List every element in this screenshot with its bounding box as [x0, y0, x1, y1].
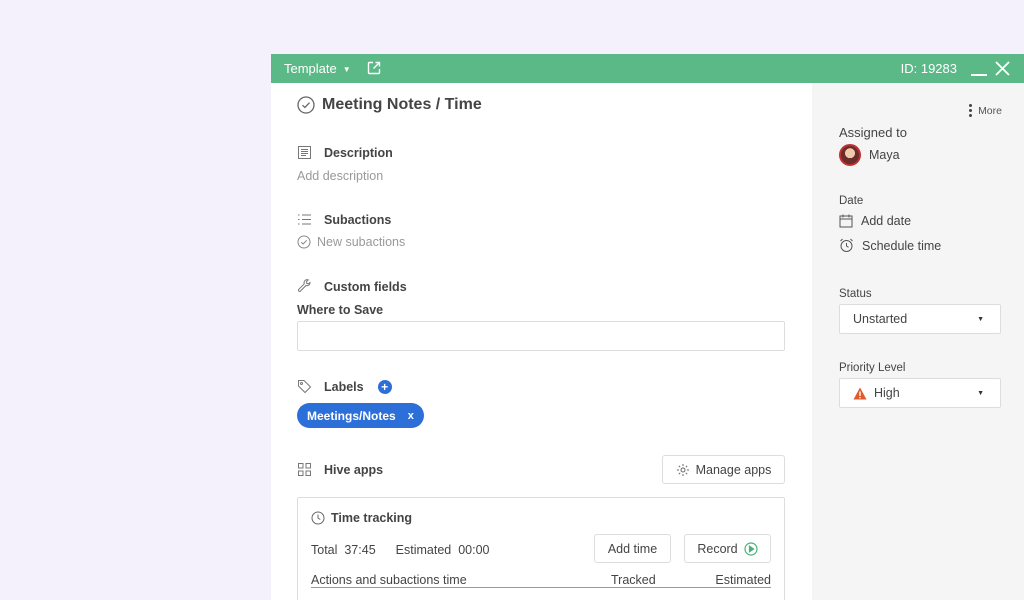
- action-title[interactable]: Meeting Notes / Time: [322, 96, 482, 114]
- close-icon[interactable]: [994, 60, 1011, 77]
- total-label: Total: [311, 543, 338, 557]
- status-select[interactable]: Unstarted ▼: [839, 304, 1001, 334]
- custom-fields-section: Custom fields: [297, 279, 407, 294]
- col-estimated: Estimated: [715, 573, 771, 587]
- calendar-icon: [839, 214, 853, 228]
- status-value: Unstarted: [853, 312, 908, 326]
- assignee[interactable]: Maya: [839, 144, 900, 166]
- manage-apps-label: Manage apps: [695, 462, 772, 477]
- priority-select[interactable]: High ▼: [839, 378, 1001, 408]
- tag-icon: [298, 380, 312, 394]
- col-tracked: Tracked: [611, 573, 656, 587]
- total-time: Total 37:45: [311, 543, 376, 557]
- estimated-label: Estimated: [395, 543, 452, 557]
- more-menu-button[interactable]: More: [969, 104, 1002, 117]
- description-section: Description: [297, 145, 393, 160]
- col-actions: Actions and subactions time: [311, 573, 467, 587]
- status-label: Status: [839, 288, 872, 300]
- estimated-time: Estimated 00:00: [396, 543, 490, 557]
- caret-down-icon: ▼: [977, 389, 984, 397]
- priority-value: High: [874, 386, 900, 400]
- where-to-save-label: Where to Save: [297, 303, 384, 317]
- labels-heading: Labels: [324, 379, 364, 394]
- subactions-section: Subactions: [297, 212, 391, 227]
- record-label: Record: [697, 541, 738, 556]
- date-label: Date: [839, 195, 864, 207]
- details-sidebar: More Assigned to Maya Date Add date Sche…: [812, 83, 1024, 600]
- add-date-button[interactable]: Add date: [839, 214, 911, 228]
- remove-label-button[interactable]: x: [408, 410, 414, 422]
- external-link-icon[interactable]: [366, 60, 382, 76]
- hive-apps-section: Hive apps: [297, 462, 383, 477]
- clock-icon: [311, 511, 325, 525]
- schedule-time-button[interactable]: Schedule time: [839, 238, 941, 253]
- play-circle-icon: [744, 541, 758, 556]
- more-label: More: [978, 104, 1002, 117]
- time-tracking-heading: Time tracking: [331, 511, 413, 525]
- hive-apps-heading: Hive apps: [324, 462, 384, 477]
- add-label-button[interactable]: +: [377, 379, 392, 394]
- where-to-save-input[interactable]: [297, 321, 785, 351]
- avatar: [839, 144, 861, 166]
- custom-fields-heading: Custom fields: [324, 279, 407, 294]
- template-label: Template: [284, 61, 337, 76]
- schedule-time-label: Schedule time: [862, 238, 942, 253]
- add-date-label: Add date: [861, 214, 912, 228]
- caret-down-icon: ▼: [342, 64, 351, 74]
- warning-icon: [853, 387, 867, 399]
- document-icon: [298, 146, 311, 159]
- priority-label: Priority Level: [839, 362, 906, 374]
- record-button[interactable]: Record: [684, 534, 771, 563]
- grid-icon: [298, 463, 311, 476]
- title-row: Meeting Notes / Time: [297, 96, 482, 114]
- assigned-to-label: Assigned to: [839, 125, 907, 140]
- subactions-heading: Subactions: [324, 212, 392, 227]
- manage-apps-button[interactable]: Manage apps: [662, 455, 785, 484]
- main-panel: Meeting Notes / Time Description Add des…: [271, 83, 812, 600]
- action-modal: Template ▼ ID: 19283 Meeting Notes / Tim…: [271, 54, 1024, 600]
- new-subaction-placeholder: New subactions: [317, 235, 406, 249]
- total-value: 37:45: [344, 543, 376, 557]
- description-input[interactable]: Add description: [297, 169, 383, 183]
- action-id: ID: 19283: [900, 61, 957, 76]
- time-totals: Total 37:45 Estimated 00:00: [311, 543, 489, 557]
- alarm-clock-icon: [840, 238, 853, 252]
- add-time-button[interactable]: Add time: [594, 534, 671, 563]
- check-circle-icon[interactable]: [297, 96, 315, 114]
- description-heading: Description: [324, 145, 393, 160]
- check-circle-icon: [297, 235, 311, 249]
- new-subaction-input[interactable]: New subactions: [297, 235, 405, 249]
- assignee-name: Maya: [869, 148, 900, 162]
- label-chip[interactable]: Meetings/Notes x: [297, 403, 424, 428]
- label-chip-text: Meetings/Notes: [307, 408, 396, 423]
- time-tracking-header: Time tracking: [311, 511, 412, 525]
- time-tracking-card: Time tracking Total 37:45 Estimated 00:0…: [297, 497, 785, 600]
- list-icon: [298, 214, 311, 225]
- time-tracking-columns: Actions and subactions time Tracked Esti…: [311, 573, 771, 588]
- caret-down-icon: ▼: [977, 315, 984, 323]
- minimize-icon[interactable]: [971, 74, 987, 76]
- estimated-value: 00:00: [458, 543, 490, 557]
- add-time-label: Add time: [607, 541, 658, 556]
- labels-section: Labels +: [297, 379, 392, 394]
- modal-header: Template ▼ ID: 19283: [271, 54, 1024, 83]
- gear-icon: [676, 463, 689, 476]
- wrench-icon: [297, 279, 311, 292]
- template-dropdown[interactable]: Template ▼: [284, 61, 351, 76]
- more-dots-icon: [969, 104, 973, 117]
